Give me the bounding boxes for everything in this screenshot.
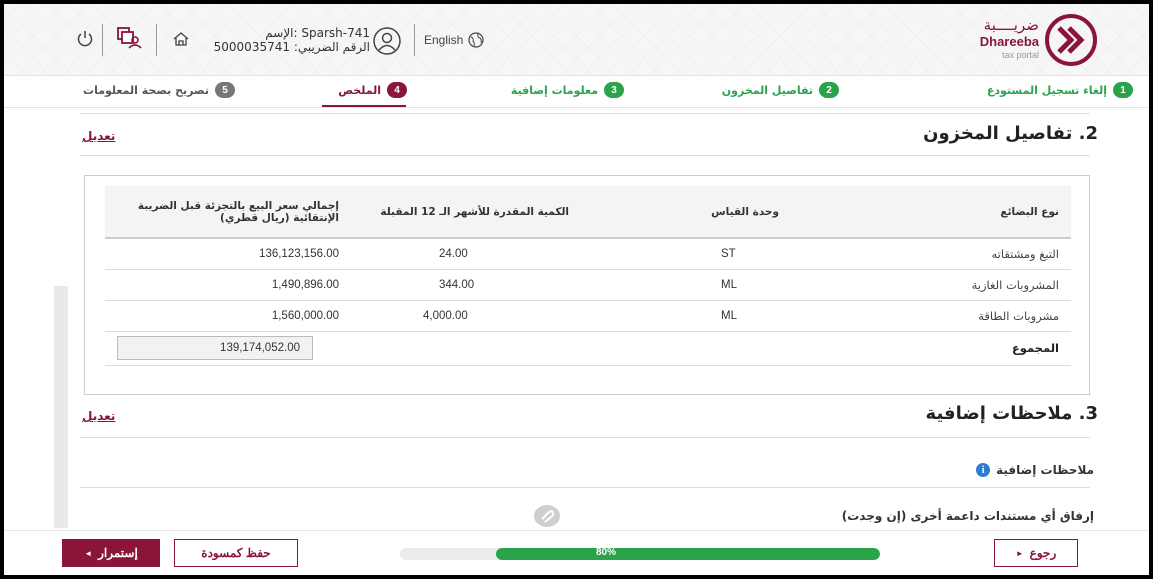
cell-unit: ST bbox=[581, 238, 791, 270]
header: ضريــــبة Dhareeba tax portal English ال… bbox=[4, 4, 1149, 76]
summary-content: 2. تفاصيل المخزون تعديل نوع البضائع وحدة… bbox=[68, 109, 1108, 529]
step-2[interactable]: 2 تفاصيل المخزون bbox=[722, 82, 839, 98]
language-switch[interactable]: English bbox=[424, 32, 484, 48]
step-3[interactable]: 3 معلومات إضافية bbox=[511, 82, 624, 98]
language-label: English bbox=[424, 33, 464, 47]
cell-qty: 24.00 bbox=[351, 238, 581, 270]
paperclip-icon bbox=[541, 510, 555, 523]
home-icon[interactable] bbox=[172, 31, 190, 47]
user-name: الإسم: Sparsh-741 bbox=[265, 26, 370, 40]
qty-value: 24.00 bbox=[439, 247, 468, 260]
col-unit: وحدة القياس bbox=[581, 186, 791, 239]
globe-icon bbox=[468, 32, 484, 48]
logout-power-icon[interactable] bbox=[76, 30, 94, 48]
qty-value: 4,000.00 bbox=[423, 309, 468, 322]
cell-total: 136,123,156.00 bbox=[105, 238, 351, 270]
divider bbox=[80, 113, 1090, 114]
edit-inventory-link[interactable]: تعديل bbox=[82, 129, 115, 143]
cell-type: مشروبات الطاقة bbox=[791, 300, 1071, 332]
arrow-right-icon: ► bbox=[1015, 548, 1024, 558]
step-label: الملخص bbox=[338, 83, 381, 97]
app-window: ضريــــبة Dhareeba tax portal English ال… bbox=[4, 4, 1149, 575]
continue-button[interactable]: إستمرار ◄ bbox=[62, 539, 160, 567]
step-4[interactable]: 4 الملخص bbox=[338, 82, 407, 98]
step-number: 2 bbox=[819, 82, 839, 98]
back-label: رجوع bbox=[1029, 546, 1057, 560]
save-draft-button[interactable]: حفظ كمسودة bbox=[174, 539, 298, 567]
col-quantity: الكمية المقدرة للأشهر الـ 12 المقبلة bbox=[351, 186, 581, 239]
col-goods-type: نوع البضائع bbox=[791, 186, 1071, 239]
edit-notes-link[interactable]: تعديل bbox=[82, 409, 115, 423]
cell-type: المشروبات الغازية bbox=[791, 269, 1071, 301]
user-tax-id: الرقم الضريبي: 5000035741 bbox=[213, 40, 370, 54]
back-button[interactable]: رجوع ► bbox=[994, 539, 1078, 567]
total-cell: 139,174,052.00 bbox=[105, 331, 351, 366]
step-5[interactable]: 5 تصريح بصحة المعلومات bbox=[83, 82, 235, 98]
step-label: معلومات إضافية bbox=[510, 83, 598, 97]
continue-label: إستمرار bbox=[98, 546, 138, 560]
divider bbox=[80, 437, 1090, 438]
step-1[interactable]: 1 إلغاء تسجيل المستودع bbox=[987, 82, 1133, 98]
section-notes-title: 3. ملاحظات إضافية bbox=[925, 403, 1098, 424]
step-number: 5 bbox=[215, 82, 235, 98]
logo-chevron-icon bbox=[1045, 14, 1097, 66]
empty-cell bbox=[581, 331, 791, 366]
user-avatar-icon[interactable] bbox=[372, 26, 402, 56]
col-total-price: إجمالي سعر البيع بالتجزئة قبل الضريبة ال… bbox=[105, 186, 351, 239]
header-divider bbox=[102, 24, 103, 56]
logo-english-text: Dhareeba bbox=[979, 34, 1039, 49]
step-number: 4 bbox=[387, 82, 407, 98]
scrollbar[interactable] bbox=[54, 286, 68, 528]
active-step-underline bbox=[322, 105, 406, 107]
cell-type: التبغ ومشتقاته bbox=[791, 238, 1071, 270]
step-label: تفاصيل المخزون bbox=[721, 83, 813, 97]
logo-subtitle: tax portal bbox=[1001, 50, 1039, 60]
progress-fill: 80% bbox=[496, 548, 880, 560]
qty-value: 344.00 bbox=[439, 278, 475, 291]
cell-qty: 344.00 bbox=[351, 269, 581, 301]
divider bbox=[80, 155, 1090, 156]
notes-label-text: ملاحظات إضافية bbox=[996, 463, 1094, 477]
footer-bar: إستمرار ◄ حفظ كمسودة 80% رجوع ► bbox=[4, 530, 1149, 575]
info-icon[interactable]: i bbox=[976, 463, 991, 477]
header-divider bbox=[414, 24, 415, 56]
empty-cell bbox=[351, 331, 581, 366]
header-divider bbox=[156, 24, 157, 56]
dhareeba-logo[interactable]: ضريــــبة Dhareeba tax portal bbox=[937, 12, 1097, 68]
table-row: المشروبات الغازية ML 344.00 1,490,896.00 bbox=[105, 269, 1071, 301]
progress-bar: 80% bbox=[400, 548, 880, 560]
cell-unit: ML bbox=[581, 269, 791, 301]
step-number: 3 bbox=[604, 82, 624, 98]
step-label: إلغاء تسجيل المستودع bbox=[986, 83, 1107, 97]
table-total-row: المجموع 139,174,052.00 bbox=[105, 331, 1071, 366]
logo-arabic-text: ضريــــبة bbox=[983, 16, 1039, 34]
total-value-field: 139,174,052.00 bbox=[117, 336, 313, 360]
step-label: تصريح بصحة المعلومات bbox=[83, 83, 209, 97]
table-row: مشروبات الطاقة ML 4,000.00 1,560,000.00 bbox=[105, 300, 1071, 332]
attach-label: إرفاق أي مستندات داعمة أخرى (إن وجدت) bbox=[841, 509, 1094, 523]
arrow-left-icon: ◄ bbox=[84, 548, 93, 558]
table-row: التبغ ومشتقاته ST 24.00 136,123,156.00 bbox=[105, 238, 1071, 270]
cell-total: 1,560,000.00 bbox=[105, 300, 351, 332]
cell-qty: 4,000.00 bbox=[351, 300, 581, 332]
divider bbox=[80, 487, 1090, 488]
attachment-icon[interactable] bbox=[534, 505, 560, 527]
wizard-steps: 1 إلغاء تسجيل المستودع 2 تفاصيل المخزون … bbox=[4, 76, 1149, 108]
inventory-table-panel: نوع البضائع وحدة القياس الكمية المقدرة ل… bbox=[84, 175, 1090, 395]
notes-label: ملاحظات إضافية i bbox=[976, 463, 1094, 477]
cell-total: 1,490,896.00 bbox=[105, 269, 351, 301]
cell-unit: ML bbox=[581, 300, 791, 332]
step-number: 1 bbox=[1113, 82, 1133, 98]
total-label: المجموع bbox=[791, 331, 1071, 366]
switch-profile-icon[interactable] bbox=[116, 26, 142, 50]
table-header-row: نوع البضائع وحدة القياس الكمية المقدرة ل… bbox=[105, 186, 1071, 239]
user-info: الإسم: Sparsh-741 الرقم الضريبي: 5000035… bbox=[210, 26, 370, 54]
progress-label: 80% bbox=[596, 548, 617, 558]
section-inventory-title: 2. تفاصيل المخزون bbox=[923, 123, 1098, 144]
inventory-table: نوع البضائع وحدة القياس الكمية المقدرة ل… bbox=[105, 186, 1071, 366]
